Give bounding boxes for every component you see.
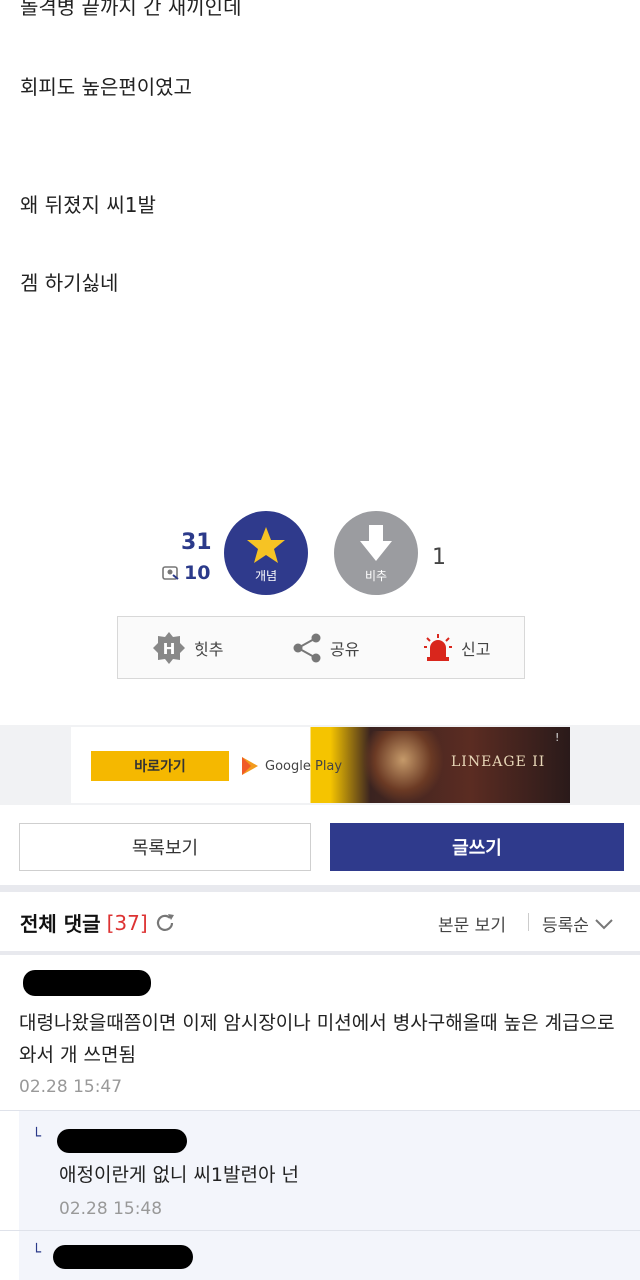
- view-body-button[interactable]: 본문 보기: [438, 911, 506, 936]
- ad-game-title: LINEAGE II: [451, 754, 546, 770]
- fixed-upvote: 10: [162, 562, 210, 584]
- upvote-label: 개념: [254, 569, 278, 583]
- comments-divider: [0, 951, 640, 955]
- ad-character-art: [363, 731, 443, 803]
- redacted-nickname: [23, 970, 151, 996]
- downvote-label: 비추: [364, 569, 388, 583]
- siren-icon: [424, 633, 452, 661]
- share-icon: [293, 633, 321, 662]
- fixed-user-icon: [162, 565, 180, 581]
- post-line-4: 겜 하기싫네: [20, 271, 119, 295]
- reply-time: 02.28 15:48: [59, 1199, 163, 1219]
- post-line-3: 왜 뒤졌지 씨1발: [20, 193, 156, 217]
- sort-label: 등록순: [542, 916, 589, 936]
- share-label: 공유: [330, 639, 360, 659]
- google-play-badge: Google Play: [241, 756, 342, 776]
- post-line-1: 돌격병 끝까지 간 새끼인데: [20, 0, 242, 19]
- downvote-count: 1: [432, 545, 446, 570]
- reply-arrow-icon: └: [32, 1243, 42, 1261]
- share-button[interactable]: 공유: [292, 617, 359, 678]
- reply-text: 애정이란게 없니 씨1발련아 넌: [59, 1164, 299, 1186]
- report-label: 신고: [461, 639, 491, 659]
- reply-arrow-icon: └: [32, 1127, 42, 1145]
- list-view-button[interactable]: 목록보기: [19, 823, 311, 871]
- ad-banner[interactable]: 바로가기 Google Play LINEAGE II !: [71, 727, 570, 803]
- redacted-nickname: [57, 1129, 187, 1153]
- upvote-button[interactable]: 개념: [224, 511, 308, 595]
- ad-cta-button[interactable]: 바로가기: [91, 751, 229, 781]
- svg-text:H: H: [163, 640, 176, 658]
- down-arrow-icon: [360, 525, 392, 561]
- section-divider: [0, 885, 640, 892]
- reply-item: └ 애정이란게 없니 씨1발련아 넌 02.28 15:48: [19, 1111, 640, 1230]
- downvote-button[interactable]: 비추: [334, 511, 418, 595]
- hit-icon: H: [153, 631, 185, 664]
- ad-info-icon[interactable]: !: [555, 731, 559, 744]
- post-actions: H 힛추 공유 신고: [117, 616, 525, 679]
- comments-header: 전체 댓글 [37]: [20, 908, 176, 937]
- google-play-icon: [242, 757, 258, 775]
- chevron-down-icon: [595, 918, 613, 929]
- comment-text: 대령나왔을때쯤이면 이제 암시장이나 미션에서 병사구해올때 높은 계급으로 와…: [19, 1012, 615, 1066]
- comments-title: 전체 댓글: [20, 912, 101, 936]
- redacted-nickname: [53, 1245, 193, 1269]
- fixed-upvote-count: 10: [184, 562, 211, 584]
- reply-item: └: [19, 1231, 640, 1280]
- upvote-count: 31: [181, 530, 212, 555]
- star-icon: [247, 527, 285, 563]
- hit-recommend-button[interactable]: H 힛추: [152, 617, 223, 678]
- refresh-icon[interactable]: [154, 912, 176, 934]
- comment-item: 대령나왔을때쯤이면 이제 암시장이나 미션에서 병사구해올때 높은 계급으로 와…: [19, 964, 621, 1107]
- report-button[interactable]: 신고: [423, 617, 490, 678]
- write-post-button[interactable]: 글쓰기: [330, 823, 624, 871]
- comment-time: 02.28 15:47: [19, 1077, 123, 1097]
- comments-count: [37]: [106, 910, 148, 935]
- hit-label: 힛추: [194, 639, 224, 659]
- sort-dropdown[interactable]: 등록순: [542, 911, 613, 936]
- post-line-2: 회피도 높은편이였고: [20, 75, 192, 99]
- header-divider: [528, 913, 529, 931]
